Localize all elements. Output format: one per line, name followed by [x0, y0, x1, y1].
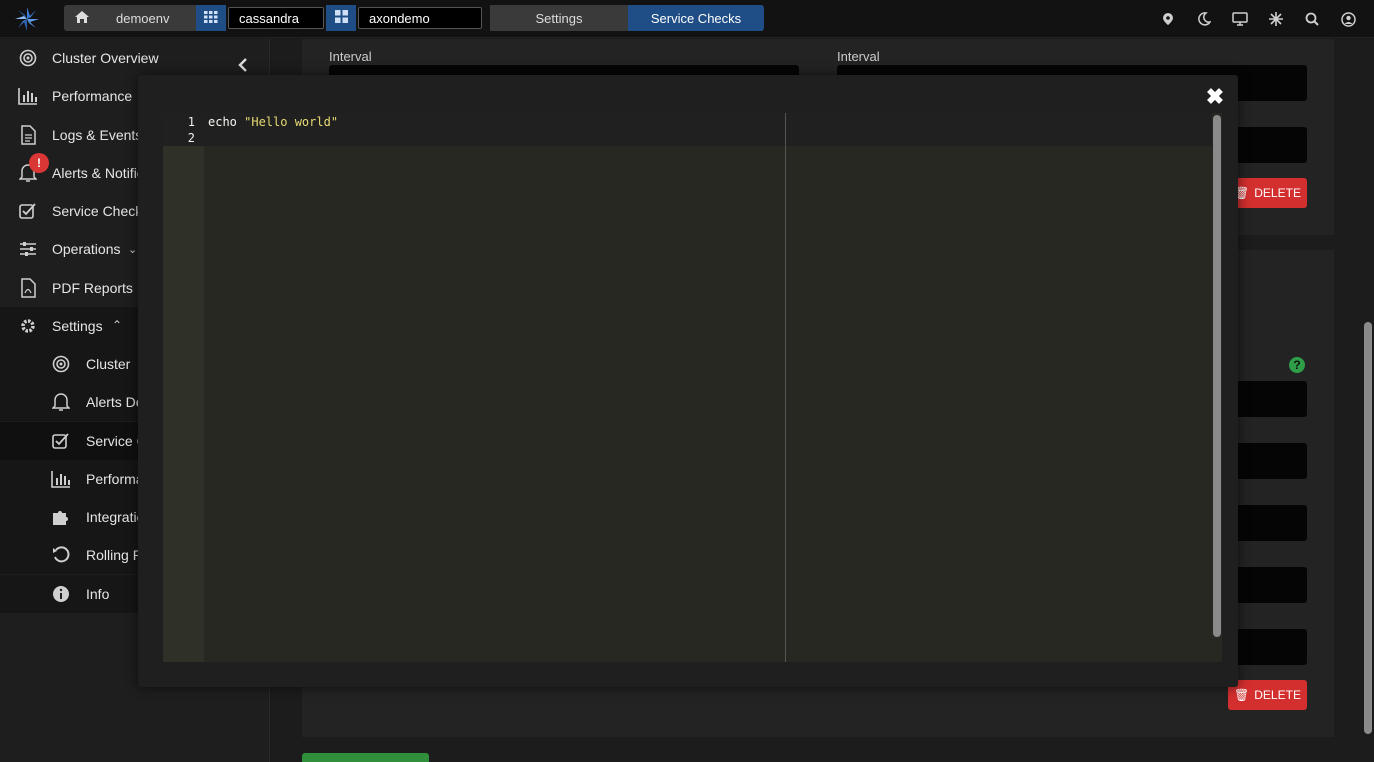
check-square-icon — [18, 201, 38, 221]
location-pin-icon[interactable] — [1150, 12, 1186, 26]
search-icon[interactable] — [1294, 12, 1330, 26]
breadcrumb-cluster-select[interactable]: cassandra — [228, 7, 324, 29]
info-icon — [51, 584, 71, 604]
delete-button-top[interactable]: 🗑 DELETE — [1228, 178, 1307, 208]
restart-icon — [51, 545, 71, 565]
print-margin — [785, 113, 786, 662]
delete-button-bottom[interactable]: 🗑 DELETE — [1228, 680, 1307, 710]
line-number: 2 — [187, 131, 195, 145]
sidebar-item-label: Operations — [52, 241, 121, 257]
sidebar-item-label: Logs & Events — [52, 127, 143, 143]
sidebar-item-label: Integratio — [86, 509, 145, 525]
breadcrumb-env-switcher[interactable] — [196, 5, 226, 31]
bell-icon — [51, 392, 71, 412]
app-logo[interactable] — [14, 6, 40, 32]
moon-icon[interactable] — [1186, 12, 1222, 26]
sliders-icon — [18, 239, 38, 259]
sidebar-item-label: Alerts & Notific — [52, 165, 144, 181]
bar-chart-icon — [18, 86, 38, 106]
interval-label-left: Interval — [329, 49, 372, 64]
home-icon — [74, 10, 90, 27]
code-editor[interactable]: 1 2 echo "Hello world" — [163, 113, 1222, 662]
save-button[interactable] — [302, 753, 429, 762]
code-command: echo — [208, 115, 245, 129]
apps-icon — [334, 10, 348, 26]
top-icon-bar — [1150, 0, 1366, 38]
breadcrumb-settings[interactable]: Settings — [490, 5, 628, 31]
delete-label: DELETE — [1254, 186, 1301, 200]
editor-gutter — [163, 113, 204, 662]
trash-icon: 🗑 — [1234, 688, 1250, 702]
sidebar-item-label: Performance — [52, 88, 133, 104]
breadcrumb-home[interactable] — [64, 5, 100, 31]
sidebar-item-label: Performa — [86, 471, 144, 487]
page-scrollbar[interactable] — [1364, 322, 1372, 734]
sidebar-item-label: Cluster — [86, 356, 131, 372]
breadcrumb-cluster-switcher[interactable] — [326, 5, 356, 31]
breadcrumb-env[interactable]: demoenv — [100, 5, 196, 31]
chevron-left-icon — [238, 57, 248, 77]
sidebar-item-label: Alerts De — [86, 394, 144, 410]
breadcrumb-current: Service Checks — [628, 5, 764, 31]
sidebar-item-label: PDF Reports — [52, 280, 133, 296]
breadcrumb-org-select[interactable]: axondemo — [358, 7, 482, 29]
chevron-up-icon: ⌃ — [112, 318, 123, 332]
breadcrumb: demoenv cassandra axondemo Settings Serv… — [64, 5, 764, 31]
target-icon — [18, 48, 38, 68]
app-root: Interval Interval 🗑 DELETE ? 🗑 DELETE Cl… — [0, 0, 1374, 762]
code-line[interactable]: echo "Hello world" — [208, 115, 338, 129]
chevron-down-icon: ⌄ — [128, 243, 138, 256]
sidebar-item-label: Cluster Overview — [52, 50, 159, 66]
document-icon — [18, 125, 38, 145]
code-string: "Hello world" — [244, 115, 339, 129]
user-account-icon[interactable] — [1330, 11, 1366, 27]
delete-label: DELETE — [1254, 688, 1301, 702]
target-icon — [51, 354, 71, 374]
monitor-icon[interactable] — [1222, 12, 1258, 26]
gear-icon — [18, 316, 38, 336]
service-check-alert-badge: ! — [29, 153, 49, 173]
sidebar-item-label: Service Check — [52, 203, 143, 219]
line-number: 1 — [187, 115, 195, 129]
close-icon[interactable]: ✖ — [1204, 84, 1226, 109]
help-icon[interactable]: ? — [1289, 357, 1305, 373]
sidebar-item-label: Info — [86, 586, 110, 602]
sidebar-item-label: Rolling R — [86, 547, 143, 563]
pdf-icon — [18, 278, 38, 298]
sidebar-item-label: Settings — [52, 318, 103, 334]
grid-icon — [204, 10, 218, 26]
puzzle-icon — [51, 507, 71, 527]
editor-scrollbar[interactable] — [1213, 115, 1221, 637]
top-bar: demoenv cassandra axondemo Settings Serv… — [0, 0, 1374, 38]
check-square-icon — [51, 431, 71, 451]
interval-label-right: Interval — [837, 49, 880, 64]
snowflake-icon[interactable] — [1258, 12, 1294, 26]
bar-chart-icon — [51, 469, 71, 489]
